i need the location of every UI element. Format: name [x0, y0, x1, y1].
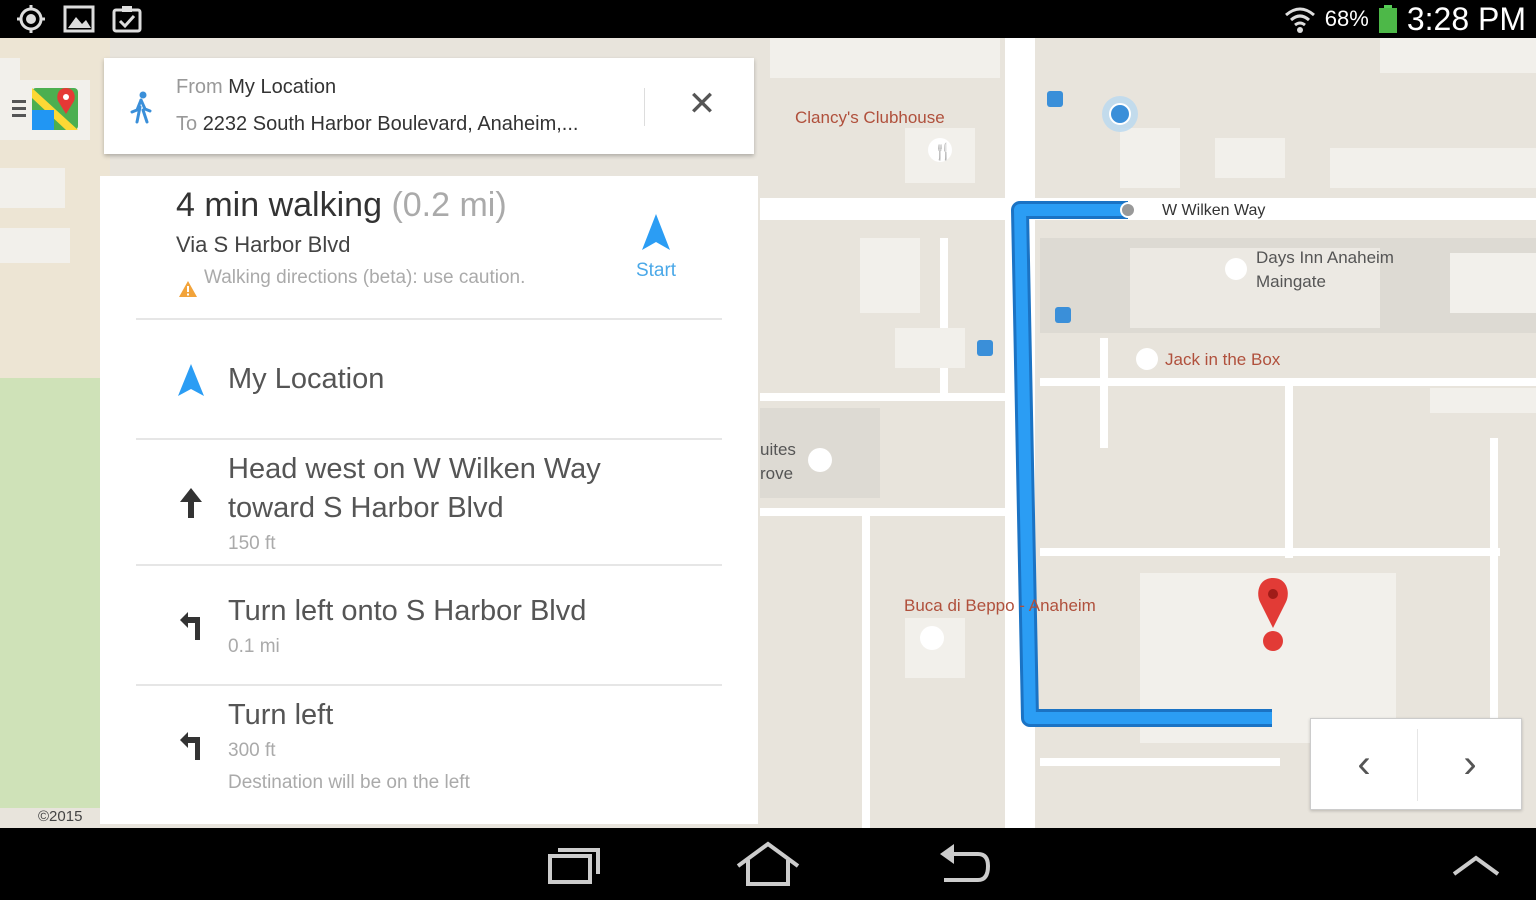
status-bar: 68% 3:28 PM — [0, 0, 1536, 38]
map-copyright: ©2015 — [38, 808, 83, 825]
home-icon[interactable] — [728, 838, 808, 890]
maps-logo-icon — [0, 80, 90, 140]
route-header: From My Location To 2232 South Harbor Bo… — [104, 58, 754, 154]
step-distance: 0.1 mi — [228, 636, 280, 657]
direction-step[interactable]: Head west on W Wilken Way toward S Harbo… — [136, 440, 722, 564]
step-instruction: Turn left — [228, 699, 334, 731]
direction-step[interactable]: Turn left 300 ft Destination will be on … — [136, 686, 722, 824]
street-label: W Wilken Way — [1162, 202, 1266, 219]
divider — [644, 88, 645, 126]
battery-percent: 68% — [1324, 6, 1369, 31]
clipboard-icon — [112, 6, 142, 33]
start-label: Start — [635, 260, 677, 281]
route-from[interactable]: From My Location — [176, 76, 336, 99]
poi-label[interactable]: Clancy's Clubhouse — [795, 108, 945, 128]
step-instruction: Head west on W Wilken Way — [228, 453, 601, 485]
arrow-up-icon — [180, 488, 202, 518]
svg-text:🍴: 🍴 — [933, 142, 953, 161]
poi-label[interactable]: Maingate — [1256, 272, 1326, 292]
maps-menu-button[interactable] — [0, 80, 90, 140]
route-via: Via S Harbor Blvd — [176, 232, 351, 257]
navigation-arrow-icon — [642, 214, 670, 250]
poi-label[interactable]: Buca di Beppo - Anaheim — [904, 596, 1096, 616]
direction-step[interactable]: Turn left onto S Harbor Blvd 0.1 mi — [136, 566, 722, 684]
previous-step-button[interactable]: ‹ — [1311, 719, 1417, 811]
walking-icon[interactable] — [128, 90, 154, 124]
battery-icon — [1378, 5, 1397, 33]
turn-left-icon — [180, 732, 200, 760]
route-duration: 4 min walking — [176, 186, 382, 224]
clock: 3:28 PM — [1406, 0, 1526, 37]
route-to[interactable]: To 2232 South Harbor Boulevard, Anaheim,… — [176, 113, 636, 136]
direction-step[interactable]: My Location — [136, 320, 722, 438]
location-icon — [17, 5, 45, 33]
recent-apps-icon[interactable] — [536, 838, 616, 890]
wifi-icon — [1284, 7, 1315, 33]
step-note: Destination will be on the left — [228, 772, 470, 793]
step-distance: 300 ft — [228, 740, 276, 761]
poi-label[interactable]: uites — [760, 440, 796, 460]
step-pager: ‹ › — [1310, 718, 1522, 810]
route-from-prefix: From — [176, 76, 223, 98]
poi-label[interactable]: rove — [760, 464, 793, 484]
route-from-value: My Location — [228, 76, 337, 98]
navigation-arrow-icon — [178, 364, 204, 396]
walking-warning: Walking directions (beta): use caution. — [204, 267, 526, 288]
turn-left-icon — [180, 612, 200, 640]
back-icon[interactable] — [922, 838, 1002, 890]
system-nav-bar — [0, 828, 1536, 900]
step-instruction: Turn left onto S Harbor Blvd — [228, 595, 587, 627]
close-button[interactable]: ✕ — [684, 86, 720, 122]
route-to-value: 2232 South Harbor Boulevard, Anaheim,... — [202, 113, 579, 135]
step-distance: 150 ft — [228, 533, 276, 554]
start-navigation-button[interactable]: Start — [620, 212, 692, 292]
step-instruction: toward S Harbor Blvd — [228, 492, 504, 524]
poi-label[interactable]: Jack in the Box — [1165, 350, 1280, 370]
route-summary: 4 min walking (0.2 mi) — [176, 186, 507, 225]
route-to-prefix: To — [176, 113, 198, 135]
poi-label[interactable]: Days Inn Anaheim — [1256, 248, 1394, 268]
step-instruction: My Location — [228, 363, 385, 395]
next-step-button[interactable]: › — [1417, 719, 1523, 811]
directions-panel: 4 min walking (0.2 mi) Via S Harbor Blvd… — [100, 176, 758, 824]
warning-icon — [179, 281, 197, 297]
route-distance: (0.2 mi) — [391, 186, 507, 224]
image-icon — [63, 5, 95, 33]
up-chevron-icon[interactable] — [1436, 838, 1516, 890]
